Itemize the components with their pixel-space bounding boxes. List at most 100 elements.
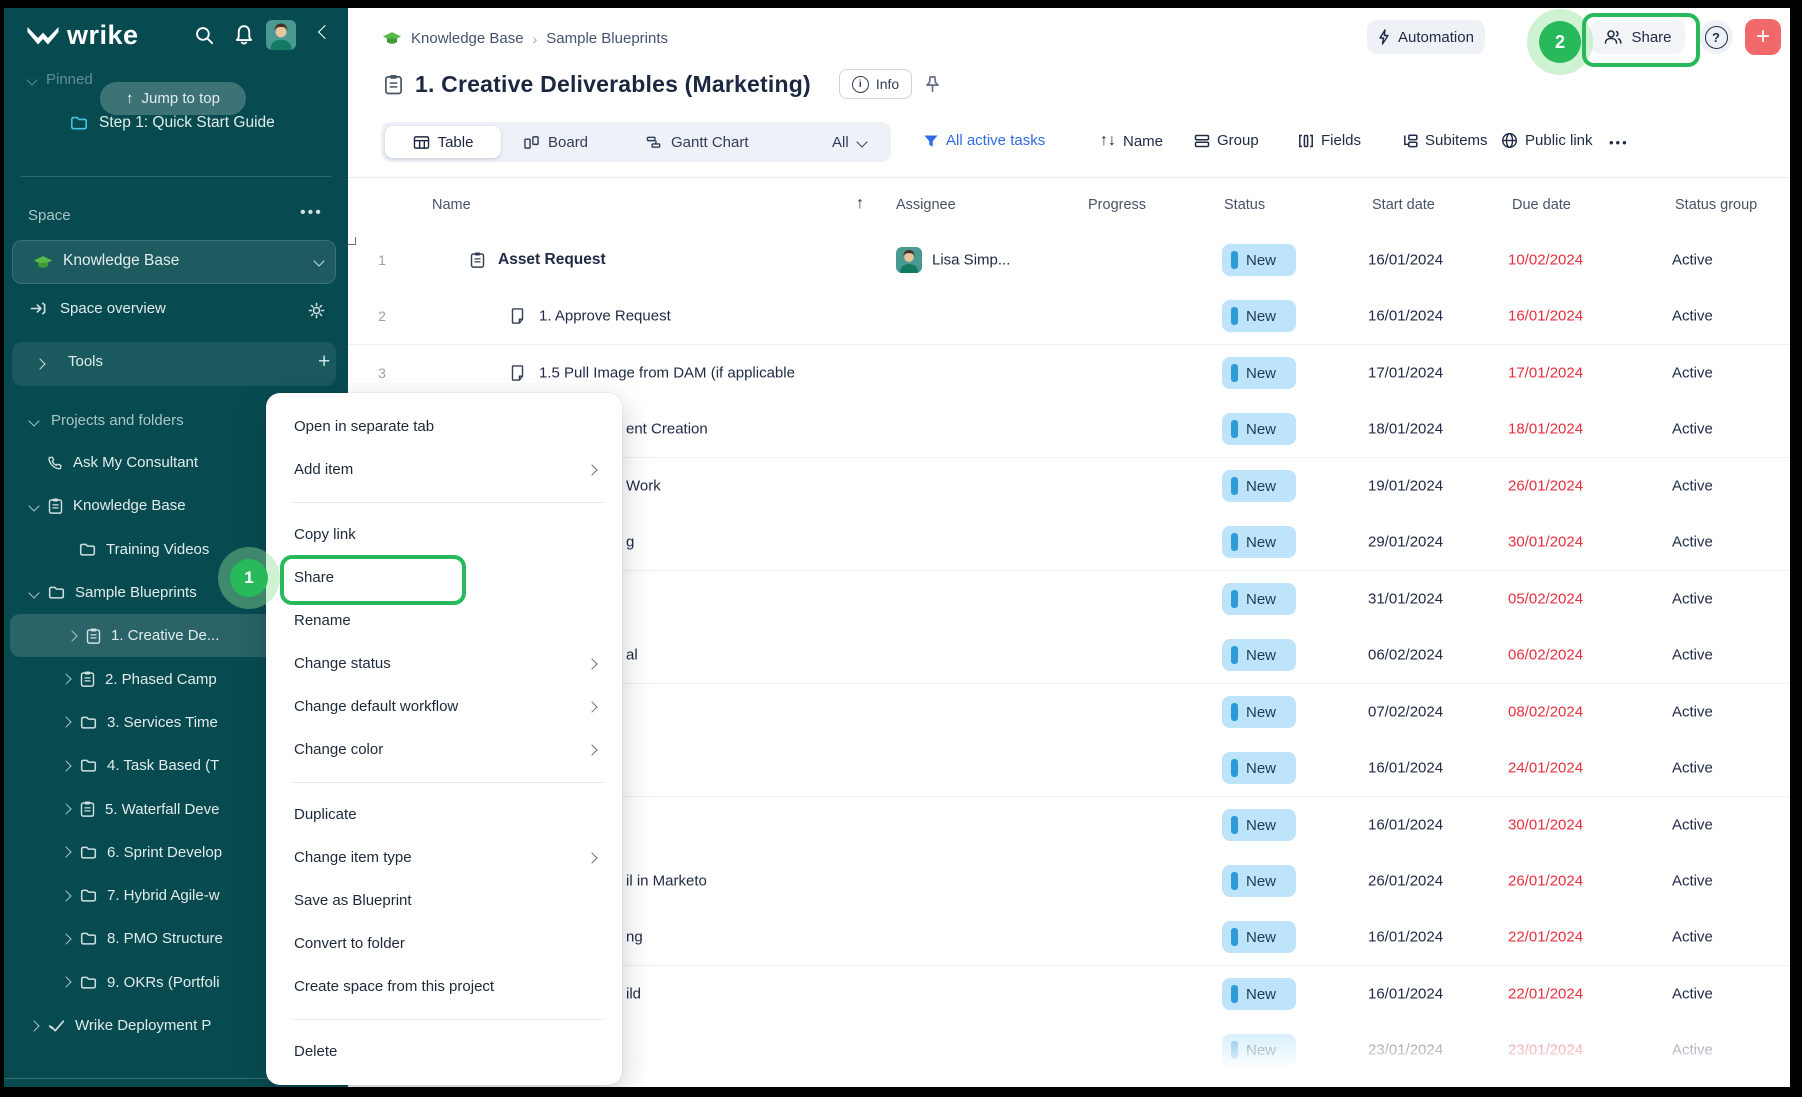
bell-icon[interactable] xyxy=(234,24,254,46)
pinned-section-header[interactable]: Pinned xyxy=(28,71,93,88)
share-button[interactable]: Share xyxy=(1590,20,1685,54)
status-badge[interactable]: New xyxy=(1222,583,1296,615)
row-number: 2 xyxy=(370,308,394,324)
menu-item-save-as-blueprint[interactable]: Save as Blueprint xyxy=(266,879,622,922)
table-row[interactable]: 1Asset RequestLisa Simp...New16/01/20241… xyxy=(348,232,1790,289)
status-badge[interactable]: New xyxy=(1222,470,1296,502)
table-row[interactable]: 21. Approve RequestNew16/01/202416/01/20… xyxy=(348,288,1790,345)
space-more-icon[interactable]: ••• xyxy=(300,204,323,222)
table-header: Name ↑ Assignee Progress Status Start da… xyxy=(348,177,1790,234)
menu-item-change-item-type[interactable]: Change item type xyxy=(266,836,622,879)
add-button[interactable]: + xyxy=(1745,19,1781,55)
menu-item-delete[interactable]: Delete xyxy=(266,1030,622,1073)
column-status-group[interactable]: Status group xyxy=(1675,197,1757,213)
status-badge[interactable]: New xyxy=(1222,526,1296,558)
user-avatar[interactable] xyxy=(266,20,296,50)
automation-button[interactable]: Automation xyxy=(1367,20,1485,54)
menu-item-add-item[interactable]: Add item xyxy=(266,448,622,491)
task-name-fragment[interactable]: g xyxy=(626,534,634,551)
menu-item-label: Change default workflow xyxy=(294,698,458,715)
menu-item-change-color[interactable]: Change color xyxy=(266,728,622,771)
column-assignee[interactable]: Assignee xyxy=(896,197,956,213)
menu-item-share[interactable]: Share xyxy=(266,556,622,599)
info-button[interactable]: i Info xyxy=(839,69,912,99)
projects-and-folders-header[interactable]: Projects and folders xyxy=(30,412,184,429)
sidebar-item-quick-start-guide[interactable]: Step 1: Quick Start Guide xyxy=(70,114,275,132)
filter-button[interactable]: All active tasks xyxy=(923,132,1045,149)
menu-item-convert-to-folder[interactable]: Convert to folder xyxy=(266,922,622,965)
help-button[interactable]: ? xyxy=(1699,20,1733,54)
collapse-sidebar-icon[interactable] xyxy=(320,27,330,37)
status-badge[interactable]: New xyxy=(1222,809,1296,841)
info-label: Info xyxy=(876,76,899,92)
jump-to-top-button[interactable]: ↑ Jump to top xyxy=(100,82,246,115)
tab-table[interactable]: Table xyxy=(385,126,501,158)
status-badge-label: New xyxy=(1246,817,1276,834)
space-selector[interactable]: Knowledge Base xyxy=(12,240,336,284)
column-due-date[interactable]: Due date xyxy=(1512,197,1571,213)
status-badge[interactable]: New xyxy=(1222,300,1296,332)
breadcrumb-knowledge-base[interactable]: Knowledge Base xyxy=(411,30,524,47)
breadcrumb: Knowledge Base › Sample Blueprints xyxy=(382,30,668,47)
task-name-fragment[interactable]: ng xyxy=(626,929,643,946)
column-progress[interactable]: Progress xyxy=(1088,197,1146,213)
status-badge[interactable]: New xyxy=(1222,1034,1296,1066)
task-name-fragment[interactable]: ent Creation xyxy=(626,421,708,438)
status-badge[interactable]: New xyxy=(1222,921,1296,953)
tab-board[interactable]: Board xyxy=(523,126,588,158)
sidebar-item-tools[interactable]: Tools + xyxy=(12,342,336,386)
menu-item-change-status[interactable]: Change status xyxy=(266,642,622,685)
wrike-logo[interactable]: wrike xyxy=(26,20,139,51)
assignee-avatar[interactable] xyxy=(896,247,922,273)
status-badge-label: New xyxy=(1246,704,1276,721)
status-badge[interactable]: New xyxy=(1222,696,1296,728)
chevron-down-icon[interactable] xyxy=(348,237,356,245)
task-name[interactable]: Asset Request xyxy=(498,251,606,269)
status-badge[interactable]: New xyxy=(1222,244,1296,276)
column-status[interactable]: Status xyxy=(1224,197,1265,213)
status-badge[interactable]: New xyxy=(1222,639,1296,671)
phone-icon xyxy=(47,455,63,471)
add-tool-icon[interactable]: + xyxy=(318,350,330,374)
task-name-fragment[interactable]: al xyxy=(626,647,638,664)
status-badge[interactable]: New xyxy=(1222,357,1296,389)
fields-button[interactable]: Fields xyxy=(1298,132,1361,149)
tab-gantt-chart[interactable]: Gantt Chart xyxy=(646,126,749,158)
task-name-fragment[interactable]: ild xyxy=(626,986,641,1003)
status-badge[interactable]: New xyxy=(1222,978,1296,1010)
search-icon[interactable] xyxy=(194,25,215,46)
menu-item-label: Change status xyxy=(294,655,391,672)
status-badge[interactable]: New xyxy=(1222,752,1296,784)
column-start-date[interactable]: Start date xyxy=(1372,197,1435,213)
task-name-fragment[interactable]: il in Marketo xyxy=(626,873,707,890)
breadcrumb-sample-blueprints[interactable]: Sample Blueprints xyxy=(546,30,668,47)
task-name-fragment[interactable]: Work xyxy=(626,478,661,495)
gear-icon[interactable] xyxy=(308,302,325,319)
status-badge-bar xyxy=(1231,590,1238,608)
sort-ascending-icon[interactable]: ↑ xyxy=(856,195,864,213)
subitems-button[interactable]: Subitems xyxy=(1402,132,1488,149)
due-date: 06/02/2024 xyxy=(1508,647,1583,664)
pin-icon[interactable] xyxy=(924,75,941,94)
menu-item-create-space-from-this-project[interactable]: Create space from this project xyxy=(266,965,622,1008)
menu-item-rename[interactable]: Rename xyxy=(266,599,622,642)
menu-item-copy-link[interactable]: Copy link xyxy=(266,513,622,556)
sidebar-item-space-overview[interactable]: Space overview xyxy=(30,300,166,317)
menu-item-open-in-separate-tab[interactable]: Open in separate tab xyxy=(266,405,622,448)
status-badge[interactable]: New xyxy=(1222,413,1296,445)
status-badge-label: New xyxy=(1246,647,1276,664)
menu-item-change-default-workflow[interactable]: Change default workflow xyxy=(266,685,622,728)
sort-button[interactable]: ↑↓ Name xyxy=(1100,132,1163,150)
public-link-button[interactable]: Public link xyxy=(1501,132,1593,149)
task-name[interactable]: 1.5 Pull Image from DAM (if applicable xyxy=(539,365,795,382)
group-button[interactable]: Group xyxy=(1194,132,1259,149)
menu-item-duplicate[interactable]: Duplicate xyxy=(266,793,622,836)
more-options-icon[interactable]: ••• xyxy=(1609,135,1629,150)
task-name[interactable]: 1. Approve Request xyxy=(539,308,671,325)
status-badge-label: New xyxy=(1246,252,1276,269)
chevron-right-icon xyxy=(28,1020,39,1031)
view-all-dropdown[interactable]: All xyxy=(832,126,866,158)
start-date: 07/02/2024 xyxy=(1368,704,1443,721)
column-name[interactable]: Name xyxy=(432,197,471,213)
status-badge[interactable]: New xyxy=(1222,865,1296,897)
